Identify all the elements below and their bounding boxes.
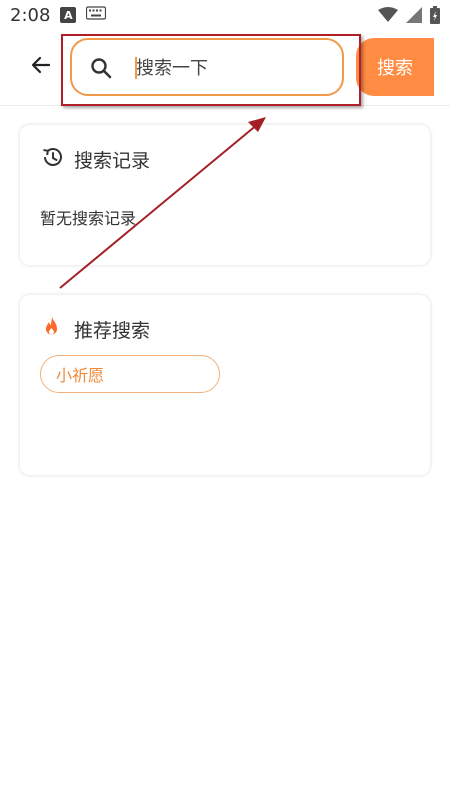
text-caret xyxy=(135,57,137,79)
search-button[interactable]: 搜索 xyxy=(356,38,434,96)
signal-icon xyxy=(406,7,422,28)
back-button[interactable] xyxy=(26,52,56,82)
history-icon xyxy=(40,145,64,173)
search-history-title: 搜索记录 xyxy=(74,149,151,172)
search-icon xyxy=(90,57,112,79)
recommended-search-header: 推荐搜索 xyxy=(40,315,150,343)
status-bar: 2:08 A xyxy=(0,0,450,30)
flame-icon xyxy=(40,315,64,343)
search-input[interactable] xyxy=(134,50,334,86)
search-box[interactable] xyxy=(70,38,344,96)
search-history-empty-text: 暂无搜索记录 xyxy=(40,209,137,228)
wifi-icon xyxy=(378,7,398,28)
recommended-search-title: 推荐搜索 xyxy=(74,319,151,342)
status-notification-badge: A xyxy=(60,7,77,23)
recommended-search-card: 推荐搜索 小祈愿 xyxy=(20,295,430,475)
recommended-tag[interactable]: 小祈愿 xyxy=(40,355,220,393)
arrow-left-icon xyxy=(30,54,52,80)
battery-icon xyxy=(430,6,440,29)
keyboard-icon xyxy=(86,5,107,25)
status-time: 2:08 xyxy=(10,4,51,26)
search-history-card: 搜索记录 暂无搜索记录 xyxy=(20,125,430,265)
search-history-header: 搜索记录 xyxy=(40,145,150,173)
